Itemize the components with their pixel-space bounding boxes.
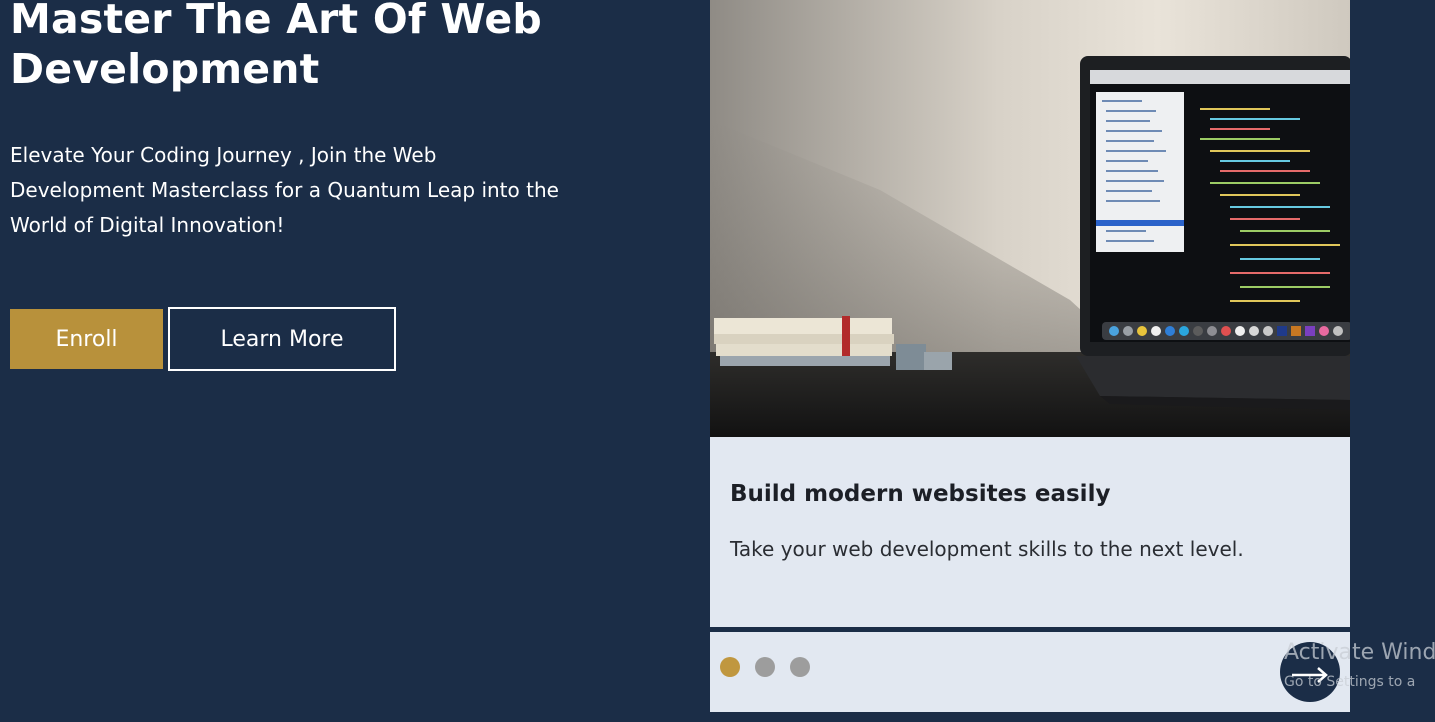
arrow-right-icon: [1292, 667, 1328, 683]
hero-subtitle: Elevate Your Coding Journey , Join the W…: [10, 138, 650, 243]
learn-more-button[interactable]: Learn More: [168, 307, 396, 371]
hero-title-line-1: Master The Art Of Web: [10, 0, 542, 43]
hero-title-line-2: Development: [10, 45, 320, 93]
slider-next-button[interactable]: [1280, 642, 1340, 702]
enroll-button[interactable]: Enroll: [10, 309, 163, 369]
hero-title: Master The Art Of Web Development: [10, 0, 542, 94]
slide-image: [710, 0, 1350, 437]
slider-card: Build modern websites easily Take your w…: [710, 0, 1350, 627]
slider-dot-1[interactable]: [720, 657, 740, 677]
slider-dot-3[interactable]: [790, 657, 810, 677]
page: Master The Art Of Web Development Elevat…: [0, 0, 1435, 722]
slide-title: Build modern websites easily: [730, 481, 1111, 507]
hero-subtitle-line-3: World of Digital Innovation!: [10, 213, 285, 237]
slider-controls: [710, 632, 1350, 712]
slide-caption: Build modern websites easily Take your w…: [710, 437, 1350, 627]
slide-text: Take your web development skills to the …: [730, 537, 1244, 561]
hero-subtitle-line-2: Development Masterclass for a Quantum Le…: [10, 178, 559, 202]
hero-subtitle-line-1: Elevate Your Coding Journey , Join the W…: [10, 143, 437, 167]
slider-dot-2[interactable]: [755, 657, 775, 677]
